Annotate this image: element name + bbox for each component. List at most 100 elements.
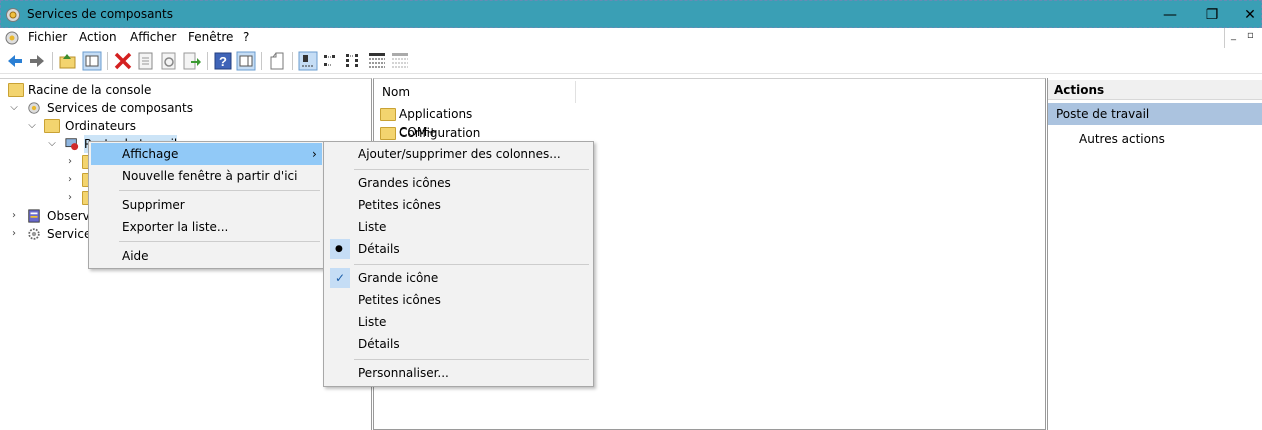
window-title: Services de composants — [27, 7, 173, 21]
chevron-right-icon[interactable]: › — [64, 171, 76, 189]
chevron-right-icon: › — [312, 147, 317, 161]
toolbar-separator — [52, 52, 53, 70]
menu-item-small-icons[interactable]: Petites icônes — [326, 194, 591, 216]
chevron-right-icon[interactable]: › — [64, 189, 76, 207]
menu-item-label: Petites icônes — [358, 293, 441, 307]
menu-bar: Fichier Action Afficher Fenêtre ? _ ▫ — [0, 28, 1262, 48]
menu-item-large-icons[interactable]: Grandes icônes — [326, 172, 591, 194]
actions-pane: Actions Poste de travail Autres actions — [1047, 78, 1262, 430]
toolbar-separator — [107, 52, 108, 70]
menu-item-label: Ajouter/supprimer des colonnes... — [358, 147, 561, 161]
chevron-right-icon[interactable]: › — [8, 225, 20, 243]
mdi-controls: _ ▫ — [1224, 28, 1260, 48]
chevron-right-icon[interactable]: › — [64, 153, 76, 171]
menu-fichier[interactable]: Fichier — [28, 30, 67, 44]
menu-item-details-2[interactable]: Détails — [326, 333, 591, 355]
menu-item-list-2[interactable]: Liste — [326, 311, 591, 333]
menu-item-label: Détails — [358, 242, 400, 256]
menu-item-label: Grande icône — [358, 271, 439, 285]
chevron-down-icon[interactable]: ⌵ — [8, 99, 20, 117]
menu-item-aide[interactable]: Aide — [91, 245, 322, 267]
menu-item-details[interactable]: ● Détails — [326, 238, 591, 260]
chevron-down-icon[interactable]: ⌵ — [26, 117, 38, 135]
svg-text:?: ? — [219, 54, 227, 69]
menu-item-label: Petites icônes — [358, 198, 441, 212]
menu-item-label: Liste — [358, 315, 387, 329]
minimize-button[interactable]: — — [1147, 4, 1193, 26]
column-header-label: Nom — [382, 85, 411, 99]
toolbar-separator — [261, 52, 262, 70]
folder-icon — [8, 83, 24, 97]
component-services-icon — [28, 102, 40, 114]
menu-item-list[interactable]: Liste — [326, 216, 591, 238]
menu-help[interactable]: ? — [243, 30, 249, 44]
menu-fenetre[interactable]: Fenêtre — [188, 30, 233, 44]
menu-item-label: Grandes icônes — [358, 176, 451, 190]
properties-icon[interactable] — [136, 51, 156, 71]
menu-item-label: Liste — [358, 220, 387, 234]
export-list-icon[interactable] — [182, 51, 202, 71]
back-icon[interactable] — [5, 51, 25, 71]
menu-separator — [354, 169, 589, 170]
view-list-icon[interactable] — [344, 51, 364, 71]
menu-item-affichage[interactable]: Affichage › — [91, 143, 322, 165]
close-button[interactable]: ✕ — [1227, 4, 1262, 26]
menu-separator — [119, 190, 320, 191]
folder-icon — [380, 127, 396, 140]
console-icon[interactable] — [4, 30, 20, 46]
menu-item-customize[interactable]: Personnaliser... — [326, 362, 591, 384]
folder-icon — [380, 108, 396, 121]
menu-item-supprimer[interactable]: Supprimer — [91, 194, 322, 216]
context-menu: Affichage › Nouvelle fenêtre à partir d'… — [88, 141, 325, 269]
menu-item-label: Exporter la liste... — [122, 220, 229, 234]
help-icon[interactable]: ? — [213, 51, 233, 71]
menu-item-label: Supprimer — [122, 198, 185, 212]
view-tiles-icon[interactable] — [390, 51, 410, 71]
actions-section-header[interactable]: Poste de travail — [1048, 103, 1262, 125]
toolbar-separator — [292, 52, 293, 70]
mdi-minimize-button[interactable]: _ — [1231, 30, 1236, 41]
bullet-icon: ● — [335, 244, 343, 254]
menu-separator — [354, 359, 589, 360]
menu-separator — [119, 241, 320, 242]
menu-item-label: Détails — [358, 337, 400, 351]
menu-item-label: Personnaliser... — [358, 366, 449, 380]
view-large-icons-icon[interactable] — [298, 51, 318, 71]
title-bar[interactable]: Services de composants — ❐ ✕ — [0, 0, 1262, 28]
toolbar-separator — [207, 52, 208, 70]
component-services-icon — [6, 8, 20, 22]
tree-item-label: Racine de la console — [28, 83, 152, 97]
refresh-icon[interactable] — [159, 51, 179, 71]
menu-afficher[interactable]: Afficher — [130, 30, 176, 44]
tree-item-label: Ordinateurs — [65, 119, 136, 133]
menu-item-label: Aide — [122, 249, 149, 263]
actions-title: Actions — [1048, 80, 1262, 100]
computer-icon — [65, 138, 79, 151]
chevron-down-icon[interactable]: ⌵ — [46, 135, 58, 153]
new-window-icon[interactable] — [267, 51, 287, 71]
delete-icon[interactable] — [113, 51, 133, 71]
menu-item-add-remove-columns[interactable]: Ajouter/supprimer des colonnes... — [326, 143, 591, 165]
menu-item-large-icon[interactable]: ✓ Grande icône — [326, 267, 591, 289]
column-header-name[interactable]: Nom — [374, 81, 576, 103]
show-hide-tree-icon[interactable] — [82, 51, 102, 71]
show-hide-action-pane-icon[interactable] — [236, 51, 256, 71]
view-small-icons-icon[interactable] — [321, 51, 341, 71]
toolbar: ? — [0, 48, 1262, 74]
menu-item-label: Affichage — [122, 147, 179, 161]
gear-icon — [28, 228, 40, 240]
chevron-right-icon[interactable]: › — [8, 207, 20, 225]
menu-item-new-window[interactable]: Nouvelle fenêtre à partir d'ici — [91, 165, 322, 187]
mdi-restore-button[interactable]: ▫ — [1247, 30, 1254, 41]
menu-item-label: Nouvelle fenêtre à partir d'ici — [122, 169, 298, 183]
menu-separator — [354, 264, 589, 265]
tree-item-label: Services de composants — [47, 101, 193, 115]
affichage-submenu: Ajouter/supprimer des colonnes... Grande… — [323, 141, 594, 387]
menu-action[interactable]: Action — [79, 30, 117, 44]
view-details-icon[interactable] — [367, 51, 387, 71]
menu-item-export-list[interactable]: Exporter la liste... — [91, 216, 322, 238]
up-folder-icon[interactable] — [58, 51, 78, 71]
more-actions-link[interactable]: Autres actions — [1079, 130, 1165, 148]
menu-item-small-icons-2[interactable]: Petites icônes — [326, 289, 591, 311]
forward-icon[interactable] — [27, 51, 47, 71]
